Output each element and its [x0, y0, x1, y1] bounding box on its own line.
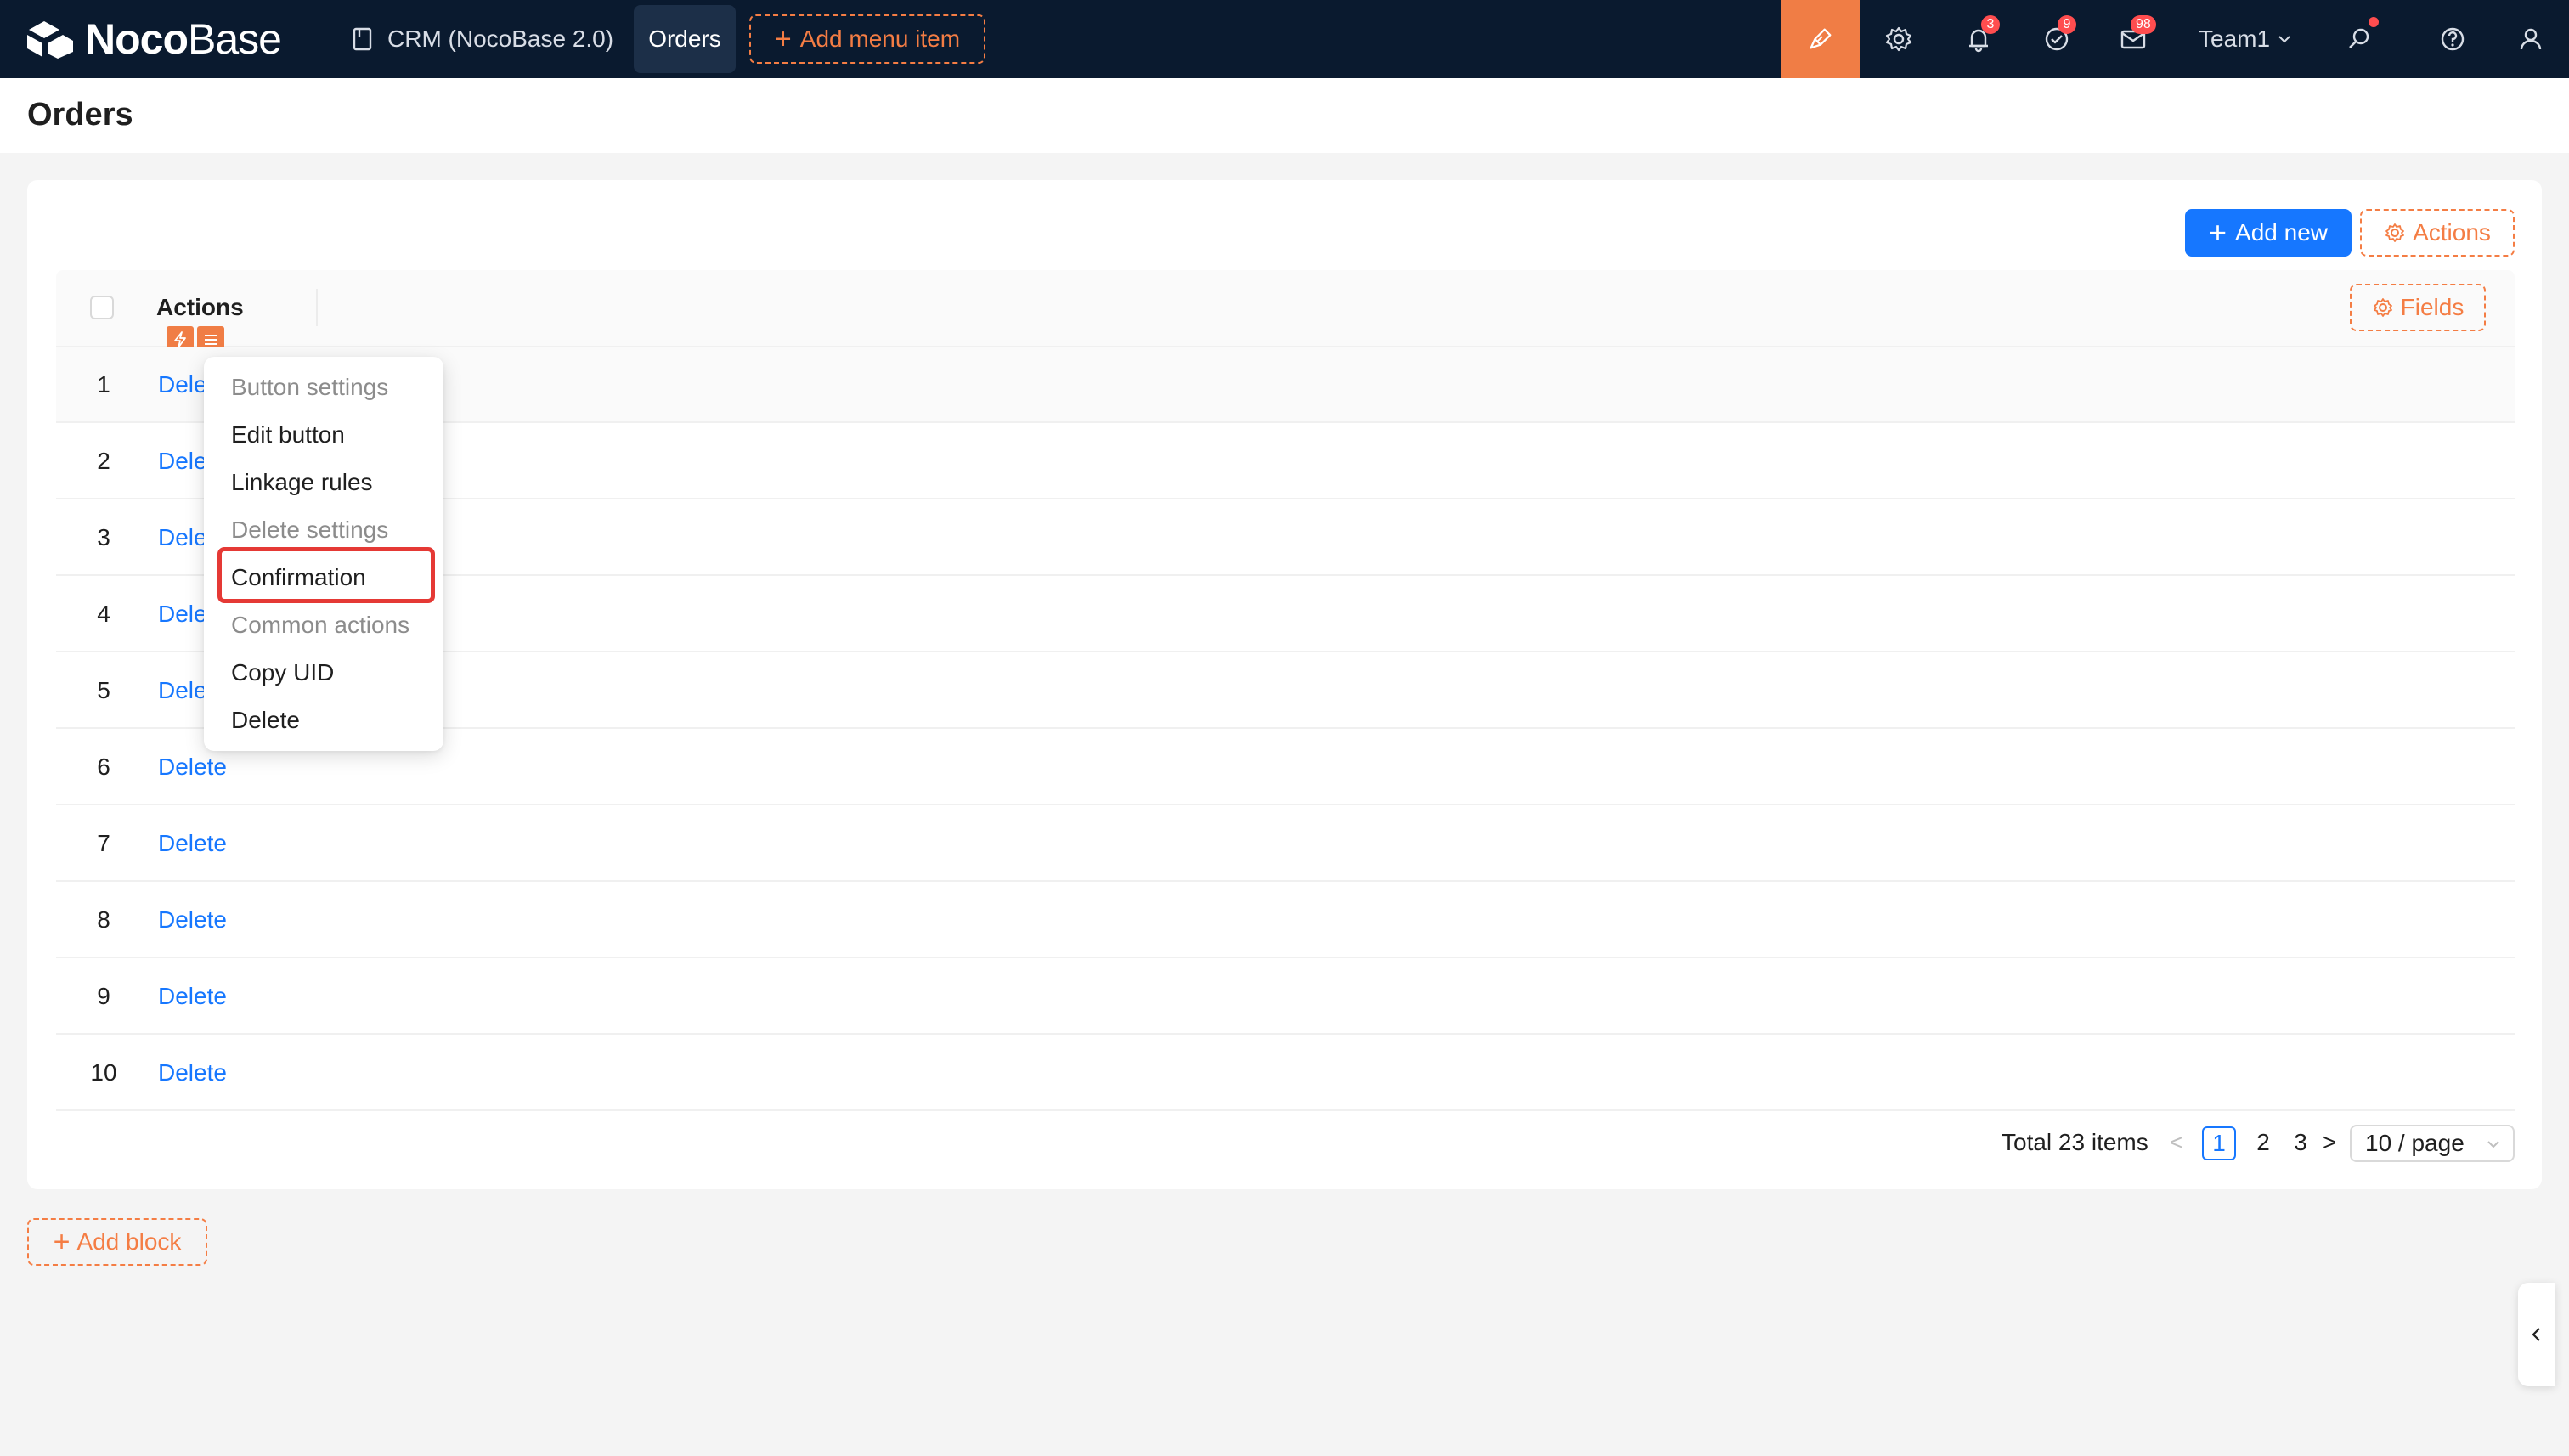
menu-item-orders[interactable]: Orders — [634, 5, 736, 73]
settings-button[interactable] — [1869, 0, 1928, 78]
menu-item-edit-button[interactable]: Edit button — [231, 421, 345, 449]
document-icon — [353, 27, 372, 51]
chevron-down-icon — [2487, 1141, 2499, 1148]
top-navigation-bar: Noco Base CRM (NocoBase 2.0) Orders + Add… — [0, 0, 2569, 78]
nocobase-logo-icon — [27, 21, 73, 59]
gear-icon — [2373, 298, 2392, 317]
table-row: 7 Delete — [56, 805, 2515, 882]
plus-icon: + — [774, 22, 792, 55]
gear-icon — [1885, 26, 1912, 52]
search-icon — [2349, 28, 2369, 48]
add-block-label: Add block — [76, 1228, 182, 1255]
user-menu-button[interactable] — [2501, 0, 2561, 78]
configure-actions-button[interactable]: Actions — [2360, 209, 2515, 257]
row-number: 5 — [97, 677, 110, 703]
page-size-select[interactable]: 10 / page — [2350, 1125, 2515, 1162]
messages-button[interactable]: 98 — [2103, 0, 2163, 78]
pagination-page-2[interactable]: 2 — [2246, 1125, 2280, 1160]
row-number: 3 — [97, 524, 110, 550]
notifications-button[interactable]: 3 — [1949, 0, 2008, 78]
tasks-button[interactable]: 9 — [2027, 0, 2086, 78]
team-label: Team1 — [2199, 25, 2271, 52]
brush-icon — [1810, 28, 1832, 49]
menu-group-delete-settings: Delete settings — [231, 516, 389, 543]
pagination-next-button[interactable]: > — [2319, 1125, 2340, 1160]
help-button[interactable] — [2423, 0, 2482, 78]
configure-fields-label: Fields — [2400, 294, 2465, 320]
menu-group-button-settings: Button settings — [231, 374, 389, 400]
delete-link[interactable]: Delete — [158, 1035, 227, 1111]
button-settings-menu: Button settings Edit button Linkage rule… — [204, 357, 443, 751]
menu-group-common-actions: Common actions — [231, 612, 410, 638]
row-number: 8 — [97, 906, 110, 933]
plus-icon: + — [53, 1225, 71, 1258]
logo-text-bold: Noco — [85, 15, 189, 63]
menu-item-crm[interactable]: CRM (NocoBase 2.0) — [352, 0, 613, 78]
table-row: 9 Delete — [56, 958, 2515, 1035]
pagination-total: Total 23 items — [2002, 1129, 2148, 1155]
row-number: 9 — [97, 983, 110, 1009]
menu-item-copy-uid[interactable]: Copy UID — [231, 659, 334, 686]
row-number: 6 — [97, 753, 110, 780]
search-button[interactable] — [2329, 0, 2389, 78]
configure-actions-label: Actions — [2413, 219, 2491, 245]
menu-item-crm-label: CRM (NocoBase 2.0) — [387, 25, 614, 52]
table-row: 10 Delete — [56, 1035, 2515, 1111]
search-dot — [2369, 17, 2379, 27]
menu-item-delete[interactable]: Delete — [231, 707, 300, 734]
row-number: 1 — [97, 371, 110, 398]
table-row: 8 Delete — [56, 882, 2515, 958]
ui-editor-button[interactable] — [1781, 0, 1860, 78]
pagination-prev-button[interactable]: < — [2170, 1125, 2183, 1160]
row-number: 4 — [97, 601, 110, 627]
delete-link[interactable]: Delete — [158, 882, 227, 958]
help-icon — [2441, 27, 2465, 51]
chevron-down-icon — [2278, 36, 2290, 43]
select-all-checkbox[interactable] — [90, 296, 114, 319]
add-block-button[interactable]: + Add block — [27, 1218, 207, 1266]
add-new-label: Add new — [2235, 219, 2328, 245]
chevron-left-icon — [2532, 1328, 2540, 1341]
user-icon — [2520, 28, 2542, 50]
delete-link[interactable]: Delete — [158, 805, 227, 882]
pagination-page-3[interactable]: 3 — [2284, 1125, 2318, 1160]
row-number: 10 — [90, 1059, 117, 1086]
messages-badge: 98 — [2131, 15, 2156, 34]
page-size-value: 10 / page — [2365, 1130, 2465, 1156]
page-header: Orders — [0, 78, 2569, 153]
add-new-button[interactable]: + Add new — [2185, 209, 2352, 257]
team-switcher[interactable]: Team1 — [2199, 0, 2292, 78]
gear-icon — [2386, 223, 2404, 242]
add-menu-item-button[interactable]: + Add menu item — [749, 14, 985, 64]
add-menu-item-label: Add menu item — [799, 25, 961, 52]
nocobase-logo[interactable]: Noco Base — [25, 15, 282, 63]
plus-icon: + — [2209, 215, 2227, 250]
row-number: 7 — [97, 830, 110, 856]
delete-link[interactable]: Delete — [158, 958, 227, 1035]
row-number: 2 — [97, 448, 110, 474]
configure-fields-button[interactable]: Fields — [2350, 284, 2486, 331]
table-header — [56, 270, 2515, 347]
confirmation-highlight-box — [217, 547, 435, 603]
page-title: Orders — [27, 97, 133, 133]
tasks-badge: 9 — [2058, 15, 2076, 34]
notifications-badge: 3 — [1981, 15, 2000, 34]
pagination-page-1[interactable]: 1 — [2202, 1126, 2236, 1160]
side-panel-toggle[interactable] — [2518, 1283, 2555, 1386]
column-divider — [316, 289, 318, 326]
menu-item-linkage-rules[interactable]: Linkage rules — [231, 469, 373, 496]
logo-text-light: Base — [188, 15, 282, 63]
column-header-actions: Actions — [156, 294, 244, 320]
